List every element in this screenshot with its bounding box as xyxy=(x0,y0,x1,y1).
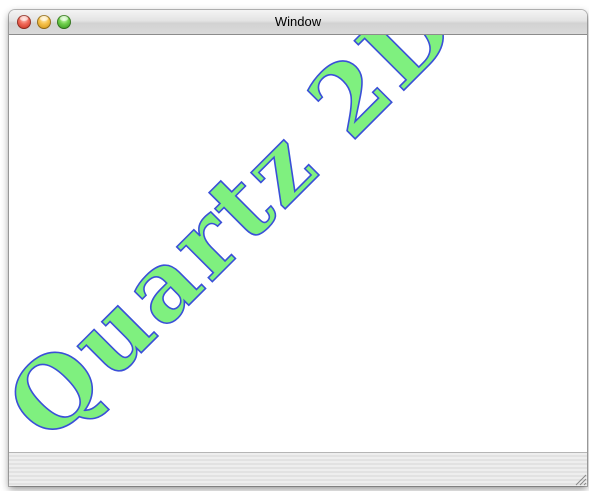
title-bar[interactable]: Window xyxy=(9,10,587,35)
status-bar xyxy=(9,452,587,486)
resize-grip-icon[interactable] xyxy=(573,472,587,486)
canvas-svg: Quartz 2D xyxy=(9,35,479,453)
app-window: Window Quartz 2D xyxy=(9,10,587,486)
drawing-canvas: Quartz 2D xyxy=(9,35,587,453)
window-title: Window xyxy=(274,14,322,29)
quartz-2d-text: Quartz 2D xyxy=(9,35,479,453)
